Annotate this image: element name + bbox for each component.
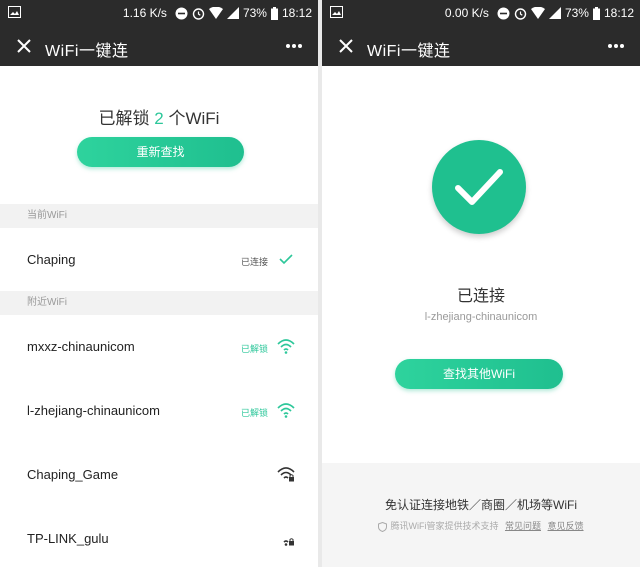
wifi-list-screen: 1.16 K/s 73% 18:12 WiFi一键连 已解锁 2 个WiFi 重… <box>0 0 318 567</box>
connected-screen: 0.00 K/s 73% 18:12 WiFi一键连 已连接 l-zhejian… <box>322 0 640 567</box>
wifi-name: Chaping <box>27 252 76 267</box>
status-bar: 1.16 K/s 73% 18:12 <box>0 0 318 26</box>
wifi-signal-icon <box>530 7 545 19</box>
success-check-icon <box>432 140 526 234</box>
wifi-icon <box>277 403 295 418</box>
title-bar: WiFi一键连 <box>0 26 318 66</box>
close-icon[interactable] <box>336 36 356 56</box>
current-wifi-section-header: 当前WiFi <box>0 204 318 228</box>
wifi-lock-icon <box>283 538 294 546</box>
status-bar: 0.00 K/s 73% 18:12 <box>322 0 640 26</box>
do-not-disturb-icon <box>497 7 510 19</box>
cell-signal-icon <box>226 7 239 19</box>
connected-ssid: l-zhejiang-chinaunicom <box>424 311 538 323</box>
wifi-signal-icon <box>208 7 223 19</box>
more-options-icon[interactable] <box>284 39 304 53</box>
feedback-link[interactable]: 意见反馈 <box>548 521 584 531</box>
footer-links: 腾讯WiFi管家提供技术支持 常见问题 意见反馈 <box>322 519 640 532</box>
clock: 18:12 <box>603 6 634 20</box>
clock: 18:12 <box>281 6 312 20</box>
nearby-wifi-section-header: 附近WiFi <box>0 291 318 315</box>
image-notification-icon <box>8 6 21 18</box>
image-notification-icon <box>330 6 343 18</box>
wifi-icon <box>277 339 295 354</box>
page-title: WiFi一键连 <box>45 43 129 60</box>
battery-percent: 73% <box>564 6 589 20</box>
wifi-name: TP-LINK_gulu <box>27 531 109 546</box>
page-title: WiFi一键连 <box>367 43 451 60</box>
battery-percent: 73% <box>242 6 267 20</box>
wifi-list-item[interactable]: Chaping_Game <box>0 455 318 495</box>
promo-text: 免认证连接地铁／商圈／机场等WiFi <box>385 498 577 512</box>
connection-status: 已连接 <box>240 257 268 267</box>
footer: 免认证连接地铁／商圈／机场等WiFi 腾讯WiFi管家提供技术支持 常见问题 意… <box>322 463 640 567</box>
unlock-suffix: 个WiFi <box>163 109 220 128</box>
connected-label: 已连接 <box>456 288 505 305</box>
wifi-list-item[interactable]: mxxz-chinaunicom 已解锁 <box>0 327 318 367</box>
cell-signal-icon <box>548 7 561 19</box>
battery-icon <box>592 6 600 20</box>
current-wifi-row[interactable]: Chaping 已连接 <box>0 240 318 280</box>
wifi-list-item[interactable]: l-zhejiang-chinaunicom 已解锁 <box>0 391 318 431</box>
unlock-prefix: 已解锁 <box>98 109 155 128</box>
shield-icon <box>378 521 388 532</box>
alarm-icon <box>514 7 527 20</box>
more-options-icon[interactable] <box>606 39 626 53</box>
title-bar: WiFi一键连 <box>322 26 640 66</box>
wifi-name: Chaping_Game <box>27 467 119 482</box>
battery-icon <box>270 6 278 20</box>
unlock-summary: 已解锁 2 个WiFi <box>0 104 318 129</box>
do-not-disturb-icon <box>175 7 188 19</box>
faq-link[interactable]: 常见问题 <box>505 521 541 531</box>
unlock-status: 已解锁 <box>240 344 268 354</box>
unlock-status: 已解锁 <box>240 408 268 418</box>
wifi-lock-icon <box>277 467 295 482</box>
network-speed: 0.00 K/s <box>444 6 489 20</box>
find-other-wifi-button[interactable]: 查找其他WiFi <box>395 359 563 389</box>
wifi-name: l-zhejiang-chinaunicom <box>27 403 160 418</box>
check-icon <box>279 254 293 265</box>
screenshot-composite: 1.16 K/s 73% 18:12 WiFi一键连 已解锁 2 个WiFi 重… <box>0 0 640 567</box>
alarm-icon <box>192 7 205 20</box>
rescan-button[interactable]: 重新查找 <box>77 137 244 167</box>
wifi-list-item[interactable]: TP-LINK_gulu <box>0 519 318 559</box>
close-icon[interactable] <box>14 36 34 56</box>
wifi-name: mxxz-chinaunicom <box>27 339 135 354</box>
network-speed: 1.16 K/s <box>122 6 167 20</box>
support-text: 腾讯WiFi管家提供技术支持 <box>390 521 499 531</box>
unlock-count: 2 <box>154 109 164 128</box>
